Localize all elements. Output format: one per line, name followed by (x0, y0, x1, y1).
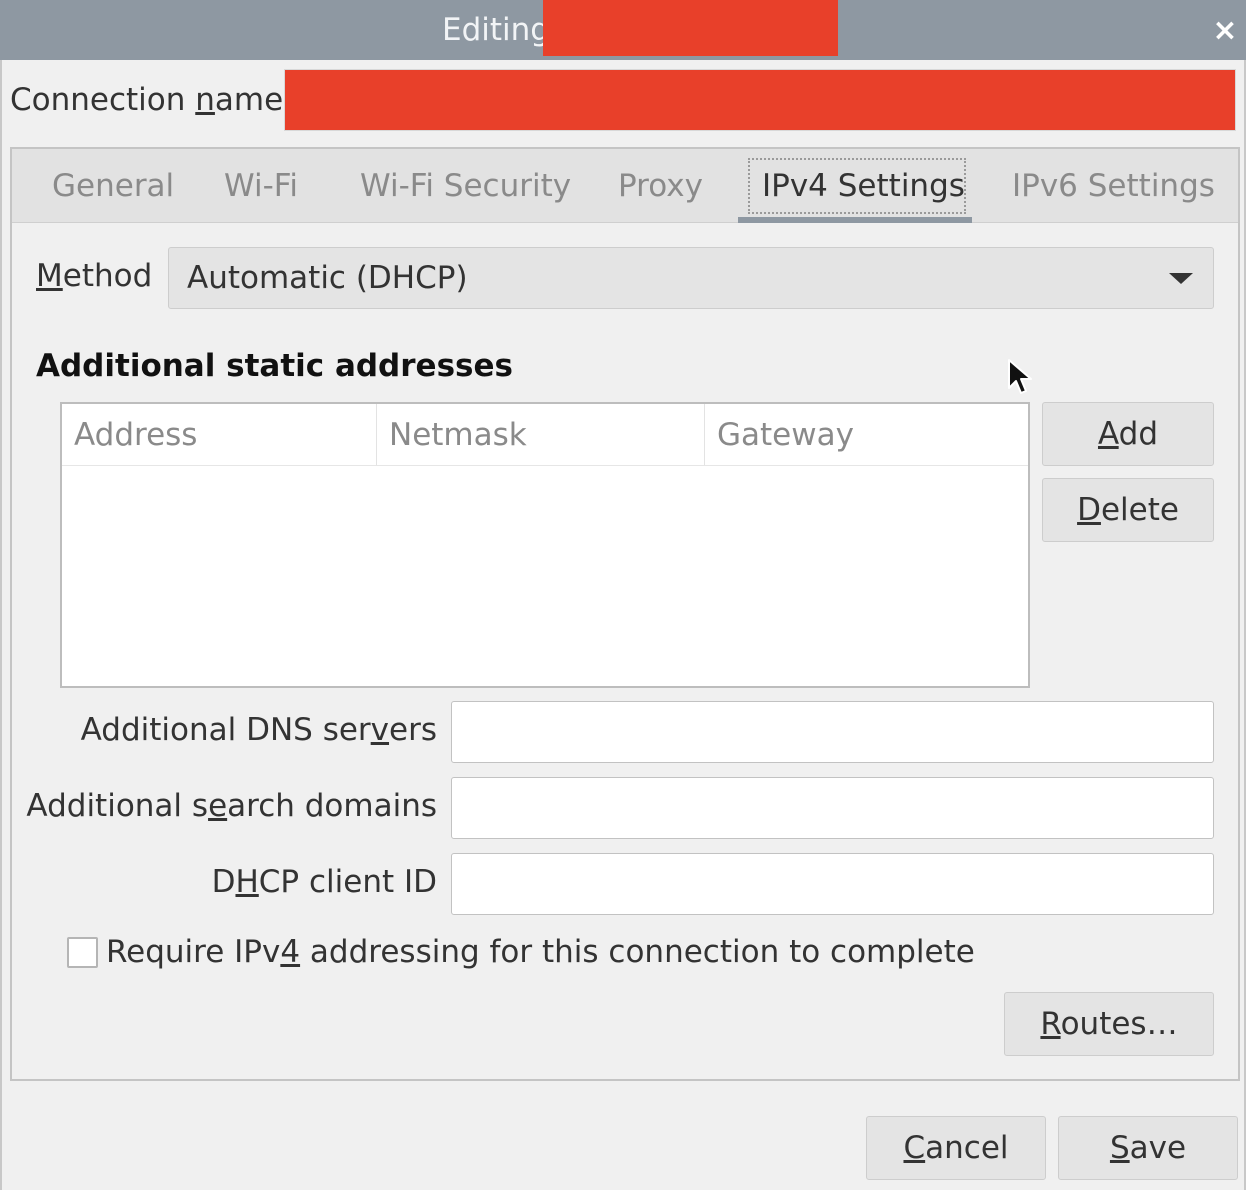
title-redaction (543, 0, 838, 56)
chevron-down-icon (1169, 273, 1193, 284)
delete-address-button[interactable]: Delete (1042, 478, 1214, 542)
connection-name-field[interactable] (284, 69, 1236, 131)
connection-name-label: Connection name (10, 82, 284, 118)
close-icon[interactable]: × (1206, 12, 1244, 50)
tab-general[interactable]: General (52, 165, 174, 207)
add-address-button[interactable]: Add (1042, 402, 1214, 466)
pointer-icon (1008, 359, 1032, 394)
tab-wifi-security[interactable]: Wi-Fi Security (360, 165, 571, 207)
dhcp-client-id-field[interactable] (451, 853, 1214, 915)
tab-ipv6-settings[interactable]: IPv6 Settings (1012, 165, 1215, 207)
save-button[interactable]: Save (1058, 1116, 1238, 1180)
method-dropdown[interactable]: Automatic (DHCP) (168, 247, 1214, 309)
require-ipv4-label[interactable]: Require IPv4 addressing for this connect… (106, 934, 975, 970)
tab-proxy[interactable]: Proxy (618, 165, 703, 207)
dns-servers-label: Additional DNS servers (80, 712, 437, 748)
dns-servers-field[interactable] (451, 701, 1214, 763)
column-header-gateway[interactable]: Gateway (705, 404, 1028, 466)
method-value: Automatic (DHCP) (187, 260, 468, 296)
method-label: Method (36, 258, 153, 294)
active-tab-indicator (738, 217, 972, 223)
static-addresses-heading: Additional static addresses (36, 348, 513, 384)
tab-wifi[interactable]: Wi-Fi (224, 165, 298, 207)
window-title: Editing (442, 12, 550, 48)
search-domains-field[interactable] (451, 777, 1214, 839)
dhcp-client-id-label: DHCP client ID (211, 864, 437, 900)
column-header-netmask[interactable]: Netmask (377, 404, 705, 466)
require-ipv4-checkbox[interactable] (67, 937, 98, 968)
cancel-button[interactable]: Cancel (866, 1116, 1046, 1180)
title-bar[interactable]: Editing × (0, 0, 1246, 60)
search-domains-label: Additional search domains (26, 788, 437, 824)
tab-ipv4-settings[interactable]: IPv4 Settings (762, 165, 965, 207)
tab-strip: General Wi-Fi Wi-Fi Security Proxy IPv4 … (12, 149, 1238, 223)
static-addresses-table[interactable]: Address Netmask Gateway (60, 402, 1030, 688)
column-header-address[interactable]: Address (62, 404, 377, 466)
routes-button[interactable]: Routes… (1004, 992, 1214, 1056)
